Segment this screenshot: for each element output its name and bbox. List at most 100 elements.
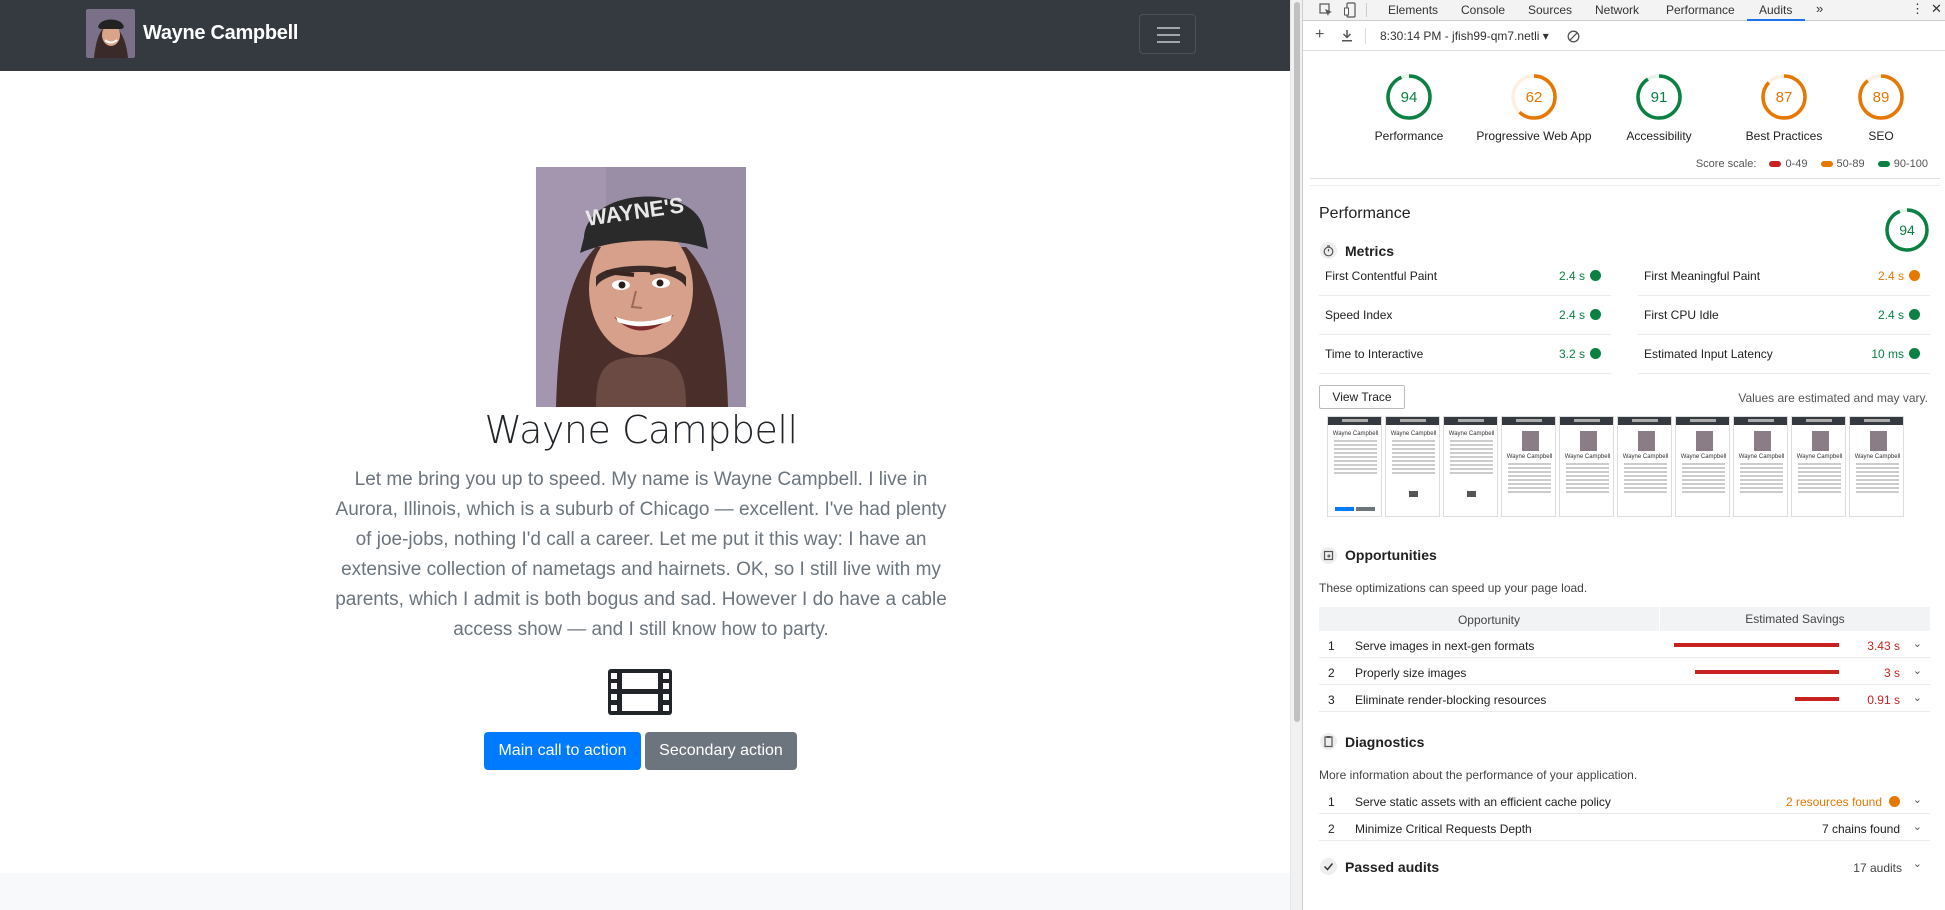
tab-network[interactable]: Network — [1595, 3, 1639, 17]
tab-audits[interactable]: Audits — [1759, 3, 1792, 17]
diagnostic-row[interactable]: 1 Serve static assets with an efficient … — [1319, 787, 1930, 814]
frame-portrait — [1870, 431, 1887, 451]
inspect-element-icon[interactable] — [1319, 3, 1333, 17]
diagnostic-row[interactable]: 2 Minimize Critical Requests Depth 7 cha… — [1319, 814, 1930, 841]
metric-name: First Contentful Paint — [1325, 269, 1438, 283]
savings-bar — [1695, 670, 1839, 674]
view-trace-button[interactable]: View Trace — [1319, 385, 1405, 409]
scrollbar-thumb[interactable] — [1294, 2, 1300, 722]
row-title: Serve images in next-gen formats — [1355, 639, 1535, 653]
passed-audits-count: 17 audits — [1853, 861, 1902, 875]
gauge-score: 87 — [1776, 89, 1793, 106]
score-gauge-pwa[interactable]: 62 Progressive Web App — [1469, 71, 1599, 143]
hero-description: Let me bring you up to speed. My name is… — [330, 465, 952, 645]
brand-avatar[interactable] — [86, 9, 135, 58]
frame-text-lines — [1392, 440, 1435, 476]
frame-portrait — [1696, 431, 1713, 451]
metrics-title: Metrics — [1345, 243, 1395, 259]
page-scrollbar[interactable] — [1290, 0, 1302, 910]
row-title: Properly size images — [1355, 666, 1467, 680]
gauge-score: 62 — [1526, 89, 1543, 106]
legend-green-dot — [1877, 161, 1890, 168]
kebab-menu-icon[interactable]: ⋮ — [1911, 1, 1924, 17]
savings-value: 0.91 s — [1867, 693, 1900, 707]
frame-navbar — [1560, 417, 1613, 425]
device-toolbar-icon[interactable] — [1344, 2, 1358, 18]
chevron-down-icon[interactable]: ⌄ — [1913, 691, 1922, 704]
metric-name: First Meaningful Paint — [1644, 269, 1761, 283]
opportunities-title: Opportunities — [1345, 547, 1437, 563]
savings-bar — [1674, 643, 1839, 647]
gauge-label: Performance — [1374, 129, 1444, 143]
frame-navbar — [1386, 417, 1439, 425]
more-tabs-chevron-icon[interactable]: » — [1816, 1, 1823, 16]
brand-name[interactable]: Wayne Campbell — [143, 22, 298, 45]
warning-icon — [1889, 796, 1900, 807]
clear-icon[interactable] — [1567, 30, 1580, 43]
filmstrip-frame: Wayne Campbell — [1385, 416, 1440, 517]
passed-audits-group[interactable]: Passed audits 17 audits ⌄ — [1310, 851, 1940, 891]
frame-title: Wayne Campbell — [1448, 431, 1495, 437]
chevron-down-icon[interactable]: ⌄ — [1913, 857, 1922, 870]
secondary-action-button[interactable]: Secondary action — [645, 732, 797, 770]
frame-title: Wayne Campbell — [1796, 454, 1843, 460]
hero-text-line: Let me bring you up to speed. My name is… — [354, 469, 928, 490]
metric-value: 2.4 s — [1877, 269, 1904, 283]
frame-title: Wayne Campbell — [1506, 454, 1553, 460]
chevron-down-icon[interactable]: ⌄ — [1913, 793, 1922, 806]
hero-text-line: extensive collection of nametags and hai… — [341, 559, 941, 580]
close-icon[interactable]: ✕ — [1931, 1, 1942, 17]
tab-sources[interactable]: Sources — [1528, 3, 1572, 17]
legend-range: 90-100 — [1893, 158, 1928, 170]
film-icon — [606, 667, 674, 717]
chevron-down-icon[interactable]: ⌄ — [1913, 820, 1922, 833]
gauge-label: Accessibility — [1626, 129, 1692, 143]
metric-name: Time to Interactive — [1325, 347, 1424, 361]
report-selector[interactable]: 8:30:14 PM - jfish99-qm7.netli ▾ — [1380, 29, 1549, 43]
savings-value: 3.43 s — [1867, 639, 1900, 653]
score-gauge-performance[interactable]: 94 Performance — [1344, 71, 1474, 143]
column-header-opportunity: Opportunity — [1457, 613, 1521, 627]
savings-bar — [1795, 697, 1839, 701]
frame-film-icon — [1467, 491, 1476, 497]
audits-toolbar: + 8:30:14 PM - jfish99-qm7.netli ▾ — [1303, 21, 1945, 51]
navbar-toggler-button[interactable] — [1139, 14, 1196, 54]
opportunity-row[interactable]: 1 Serve images in next-gen formats 3.43 … — [1319, 631, 1930, 658]
gauge-ring: 62 — [1511, 74, 1557, 120]
website-viewport: Wayne Campbell WAYNE'S Wayne Campbell Le… — [0, 0, 1290, 910]
metric-estimated-input-latency: Estimated Input Latency 10 ms — [1638, 336, 1930, 374]
metric-value: 2.4 s — [1558, 308, 1585, 322]
frame-title: Wayne Campbell — [1854, 454, 1901, 460]
tab-elements[interactable]: Elements — [1388, 3, 1438, 17]
metric-first-meaningful-paint: First Meaningful Paint 2.4 s — [1638, 258, 1930, 296]
report-selector-label: 8:30:14 PM - jfish99-qm7.netli — [1380, 29, 1540, 43]
hamburger-menu-icon-line — [1157, 41, 1180, 43]
frame-text-lines — [1856, 463, 1899, 495]
score-gauge-accessibility[interactable]: 91 Accessibility — [1594, 71, 1724, 143]
main-cta-button[interactable]: Main call to action — [484, 732, 641, 770]
opportunity-row[interactable]: 3 Eliminate render-blocking resources 0.… — [1319, 685, 1930, 712]
frame-portrait — [1638, 431, 1655, 451]
score-scale-legend: Score scale: 0-49 50-89 90-100 — [1696, 158, 1928, 170]
frame-text-lines — [1334, 440, 1377, 476]
plus-icon[interactable]: + — [1315, 26, 1324, 44]
check-icon — [1590, 348, 1601, 359]
tab-console[interactable]: Console — [1461, 3, 1505, 17]
check-icon — [1909, 348, 1920, 359]
opportunity-row[interactable]: 2 Properly size images 3 s ⌄ — [1319, 658, 1930, 685]
metric-time-to-interactive: Time to Interactive 3.2 s — [1319, 336, 1611, 374]
hamburger-menu-icon — [1157, 27, 1180, 29]
chevron-down-icon[interactable]: ⌄ — [1913, 664, 1922, 677]
download-icon[interactable] — [1341, 29, 1353, 42]
frame-text-lines — [1566, 463, 1609, 495]
legend-range: 0-49 — [1785, 158, 1808, 170]
tab-performance[interactable]: Performance — [1666, 3, 1735, 17]
savings-value: 3 s — [1883, 666, 1900, 680]
score-scale-label: Score scale: — [1695, 158, 1757, 170]
score-gauge-seo[interactable]: 89 SEO — [1821, 71, 1941, 143]
legend-orange-dot — [1820, 161, 1833, 168]
gauge-score: 91 — [1651, 89, 1668, 106]
frame-navbar — [1328, 417, 1381, 425]
column-header-savings: Estimated Savings — [1659, 607, 1930, 631]
chevron-down-icon[interactable]: ⌄ — [1913, 637, 1922, 650]
